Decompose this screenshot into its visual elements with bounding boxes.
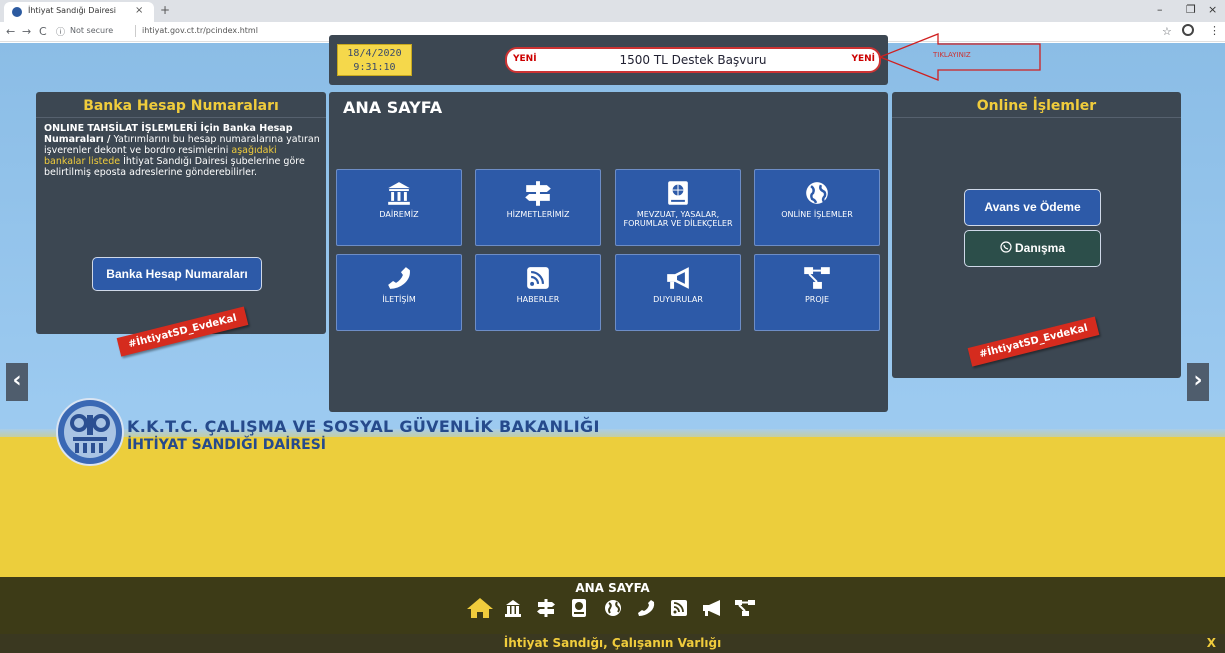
tab-title: İhtiyat Sandığı Dairesi	[28, 6, 117, 15]
sitemap-icon[interactable]	[731, 597, 759, 619]
phone-icon	[388, 267, 410, 289]
footer-nav: ANA SAYFA	[0, 577, 1225, 634]
tile-label: HİZMETLERİMİZ	[506, 210, 570, 219]
megaphone-icon[interactable]	[698, 597, 726, 619]
sitemap-icon	[804, 267, 830, 289]
panel-divider	[892, 117, 1181, 118]
tile-label: PROJE	[804, 295, 830, 304]
megaphone-icon	[667, 267, 689, 289]
consultation-label: Danışma	[1014, 241, 1066, 255]
bank-accounts-title: Banka Hesap Numaraları	[83, 98, 279, 114]
tile-proje[interactable]: PROJE	[754, 254, 880, 331]
home-icon[interactable]	[466, 597, 494, 619]
tile-label: DAİREMİZ	[379, 210, 419, 219]
law-book-icon[interactable]	[565, 597, 593, 619]
signpost-icon[interactable]	[532, 597, 560, 619]
yellow-band	[0, 437, 1225, 577]
ministry-name: K.K.T.C. ÇALIŞMA VE SOSYAL GÜVENLİK BAKA…	[127, 417, 600, 436]
slider-next-button[interactable]: ›	[1187, 363, 1209, 401]
tile-online-islemler[interactable]: ONLİNE İŞLEMLER	[754, 169, 880, 246]
advance-payment-button[interactable]: Avans ve Ödeme	[964, 189, 1101, 226]
tile-dairemiz[interactable]: DAİREMİZ	[336, 169, 462, 246]
bank-icon[interactable]	[499, 597, 527, 619]
whatsapp-icon	[1000, 241, 1012, 253]
banner-text: 1500 TL Destek Başvuru	[619, 53, 767, 67]
ministry-logo-icon	[56, 398, 124, 466]
tile-haberler[interactable]: HABERLER	[475, 254, 601, 331]
tile-label: HABERLER	[516, 295, 560, 304]
menu-icon[interactable]: ⋮	[1209, 24, 1220, 37]
phone-icon[interactable]	[632, 597, 660, 619]
not-secure-label: Not secure	[70, 26, 114, 35]
online-operations-title: Online İşlemler	[976, 98, 1097, 114]
info-icon[interactable]: ⓘ	[56, 25, 65, 38]
footer-icon-bar	[0, 597, 1225, 619]
support-application-banner[interactable]: 1500 TL Destek Başvuru YENİ YENİ	[505, 47, 881, 73]
bank-accounts-button[interactable]: Banka Hesap Numaraları	[92, 257, 262, 291]
new-badge-left: YENİ	[513, 54, 537, 64]
bank-accounts-panel: Banka Hesap Numaraları ONLINE TAHSİLAT İ…	[36, 92, 326, 334]
slogan-bar: İhtiyat Sandığı, Çalışanın Varlığı X	[0, 634, 1225, 653]
time-text: 9:31:10	[353, 62, 396, 73]
date-time-box: 18/4/2020 9:31:10	[337, 44, 412, 76]
tile-label: ONLİNE İŞLEMLER	[781, 210, 853, 219]
favicon-icon	[12, 7, 22, 17]
browser-tab[interactable]: İhtiyat Sandığı Dairesi ×	[4, 2, 154, 22]
click-here-annotation: TIKLAYINIZ	[933, 51, 971, 59]
restore-button[interactable]: ❐	[1186, 3, 1196, 16]
law-book-icon	[668, 181, 688, 205]
tile-label: DUYURULAR	[653, 295, 703, 304]
tile-iletisim[interactable]: İLETİŞİM	[336, 254, 462, 331]
bank-icon	[388, 182, 410, 205]
tile-label: İLETİŞİM	[382, 295, 416, 304]
main-menu-panel: ANA SAYFA	[329, 92, 888, 412]
bank-accounts-description: ONLINE TAHSİLAT İŞLEMLERİ İçin Banka Hes…	[44, 123, 320, 178]
tile-hizmetlerimiz[interactable]: HİZMETLERİMİZ	[475, 169, 601, 246]
reload-button[interactable]: C	[39, 25, 47, 38]
url-text: ihtiyat.gov.ct.tr/pcindex.html	[142, 26, 258, 35]
tile-label: MEVZUAT, YASALAR, FORUMLAR VE DİLEKÇELER	[623, 210, 733, 228]
slider-prev-button[interactable]: ‹	[6, 363, 28, 401]
date-text: 18/4/2020	[347, 48, 402, 59]
consultation-button[interactable]: Danışma	[964, 230, 1101, 267]
tile-mevzuat[interactable]: MEVZUAT, YASALAR, FORUMLAR VE DİLEKÇELER	[615, 169, 741, 246]
slogan-close-button[interactable]: X	[1207, 636, 1216, 650]
main-menu-title: ANA SAYFA	[343, 98, 443, 117]
account-icon[interactable]	[1182, 24, 1194, 36]
footer-title: ANA SAYFA	[575, 581, 650, 595]
forward-button[interactable]: →	[22, 25, 31, 38]
tab-close-button[interactable]: ×	[135, 5, 143, 16]
globe-icon[interactable]	[599, 597, 627, 619]
new-tab-button[interactable]: +	[160, 3, 170, 17]
slogan-text: İhtiyat Sandığı, Çalışanın Varlığı	[503, 636, 722, 650]
back-button[interactable]: ←	[6, 25, 15, 38]
panel-divider	[36, 117, 326, 118]
close-window-button[interactable]: ×	[1208, 3, 1217, 16]
globe-icon	[806, 182, 828, 204]
rss-icon[interactable]	[665, 597, 693, 619]
directorate-name: İHTİYAT SANDIĞI DAİRESİ	[127, 437, 326, 453]
browser-tab-bar: İhtiyat Sandığı Dairesi × + – ❐ ×	[0, 0, 1225, 22]
omnibox-divider	[135, 25, 136, 37]
minimize-button[interactable]: –	[1157, 3, 1163, 16]
rss-icon	[527, 267, 549, 289]
tile-duyurular[interactable]: DUYURULAR	[615, 254, 741, 331]
signpost-icon	[525, 181, 551, 206]
bookmark-star-icon[interactable]: ☆	[1162, 25, 1172, 38]
